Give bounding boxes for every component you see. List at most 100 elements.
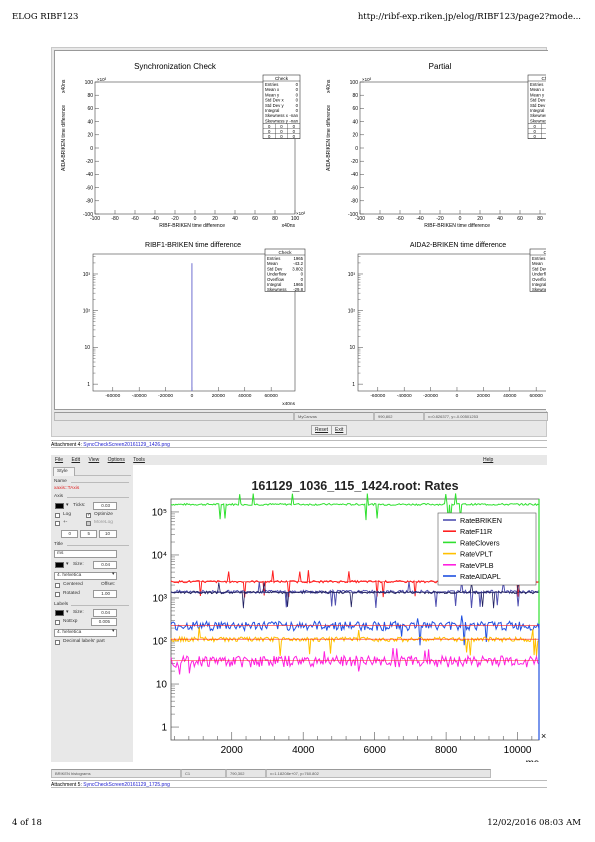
ticks-label: Ticks: (73, 503, 86, 508)
title-size-input[interactable]: 0.04 (93, 561, 117, 569)
x-tick-label: -20000 (423, 393, 438, 399)
stats-box: CheckEntries 1965Mean -43.2Std Dev 3.802Und… (264, 248, 306, 292)
axis-color-swatch[interactable] (55, 503, 64, 509)
x-tick-label: 60 (517, 216, 523, 222)
labels-font-dropdown-arrow-icon: ▾ (112, 629, 115, 634)
chart-title: 161129_1036_115_1424.root: Rates (251, 479, 458, 493)
x-tick-label: 2000 (221, 745, 244, 756)
axis-title-input[interactable]: ms (54, 550, 117, 558)
title-color-dropdown[interactable]: ▾ (66, 562, 68, 567)
status-pixel: 990,802 (374, 412, 424, 421)
offset-input[interactable]: 1.00 (93, 590, 117, 598)
stats-value: -nan (289, 118, 298, 123)
menu-tools[interactable]: Tools (133, 457, 145, 463)
y-tick-label: 100 (85, 80, 94, 86)
y-tick-label: 100 (350, 80, 359, 86)
y-tick-label: 10⁴ (152, 550, 167, 561)
x-tick-label: -40000 (397, 393, 412, 399)
menu-view[interactable]: View (88, 457, 99, 463)
y-tick-label: 1 (87, 382, 90, 388)
noexp-checkbox[interactable] (55, 620, 60, 625)
title-color-swatch[interactable] (55, 562, 64, 568)
attachment-5-link[interactable]: SyncCheckScreen20161129_1725.png (83, 782, 170, 788)
exit-button[interactable]: Exit (331, 425, 348, 435)
y-tick-label: -60 (86, 185, 93, 191)
y-tick-label: 0 (355, 146, 358, 152)
y-tick-label: -60 (351, 185, 358, 191)
ndiv-secondary[interactable]: 5 (80, 530, 97, 538)
clip-edge (546, 51, 549, 411)
x-tick-label: 4000 (292, 745, 315, 756)
plusminus-checkbox[interactable] (55, 521, 60, 526)
morelog-label: MoreLog (94, 520, 113, 525)
x-tick-label: 60000 (529, 393, 543, 399)
x-tick-label: 0 (191, 393, 194, 399)
offset-label: Offset: (101, 582, 116, 587)
y-tick-label: 10 (349, 345, 355, 351)
title-font-select[interactable]: 4. helvetica (54, 572, 117, 580)
menu-file[interactable]: File (55, 457, 63, 463)
stats-box: CheckEntriesMean xMean yStd Dev xStd Dev… (527, 74, 569, 139)
plusminus-label: +- (63, 520, 68, 525)
status-canvas: C1 (181, 769, 226, 778)
menu-help[interactable]: Help (483, 455, 493, 465)
menu-edit[interactable]: Edit (71, 457, 80, 463)
plot-frame (357, 253, 561, 392)
x-tick-label: -40 (151, 216, 158, 222)
print-header-title: ELOG RIBF123 (12, 12, 79, 22)
x-tick-label: 20000 (477, 393, 491, 399)
x-multiplier: ×10³ (541, 731, 547, 741)
ticks-input[interactable]: 0.03 (93, 502, 117, 510)
attachment-4-link[interactable]: SyncCheckScreen20161129_1426.png (83, 442, 170, 448)
rates-canvas[interactable]: 161129_1036_115_1424.root: Rates 1 10 10² 10… (133, 465, 559, 769)
labels-size-label: Size: (73, 610, 84, 615)
mycanvas[interactable]: Synchronization Check -100 -100 -80 -80 -60 -6… (54, 50, 571, 411)
tab-style[interactable]: Style (53, 467, 75, 476)
x-tick-label: 40000 (238, 393, 252, 399)
labels-font-select[interactable]: 4. helvetica (54, 629, 117, 637)
menu-bar: File Edit View Options Tools Help (51, 455, 547, 465)
labels-size-input[interactable]: 0.04 (93, 609, 117, 617)
x-tick-label: -40000 (132, 393, 147, 399)
rotated-checkbox[interactable] (55, 592, 60, 597)
stats-key: Skewness (267, 287, 287, 292)
optimize-checkbox[interactable]: ✓ (86, 513, 91, 518)
x-tick-label: 80 (272, 216, 278, 222)
x-tick-label: 0 (459, 216, 462, 222)
x-axis-label: RIBF-BRIKEN time difference (159, 223, 225, 229)
mycanvas-plots: Synchronization Check -100 -100 -80 -80 -60 -6… (61, 51, 571, 411)
legend-label: RateAIDAPL (460, 572, 501, 581)
centered-checkbox[interactable] (55, 583, 60, 588)
x-exponent: ×10³ (296, 211, 306, 216)
attachment-4-label: Attachment 4: (51, 442, 82, 448)
stats-title: Check (275, 76, 289, 81)
axis-section-label: Axis (54, 494, 64, 499)
name-section-label: Name (54, 479, 67, 484)
x-tick-label: 60 (252, 216, 258, 222)
reset-button[interactable]: Reset (311, 425, 333, 435)
morelog-checkbox[interactable] (86, 521, 91, 526)
y-tick-label: 10³ (348, 272, 356, 278)
menu-options[interactable]: Options (108, 457, 125, 463)
ndiv-tertiary[interactable]: 10 (99, 530, 117, 538)
y-tick-label: 80 (352, 93, 358, 99)
briken-statusbar: BRIKEN histograms C1 790,302 x=1.18208e+… (51, 769, 491, 778)
x-tick-label: -60 (131, 216, 138, 222)
ndiv-primary[interactable]: 0 (61, 530, 78, 538)
log-checkbox[interactable] (55, 513, 60, 518)
y-axis-label: AIDA-BRIKEN time difference (61, 105, 67, 171)
y-tick-label: -80 (351, 199, 358, 205)
x-tick-label: -60 (396, 216, 403, 222)
pad-title: AIDA2-BRIKEN time difference (410, 242, 506, 249)
legend-label: RateBRIKEN (460, 516, 502, 525)
legend-label: RateClovers (460, 538, 500, 547)
labels-color-swatch[interactable] (55, 610, 64, 616)
x-tick-label: 10000 (504, 745, 532, 756)
labels-offset-input[interactable]: 0.005 (91, 618, 117, 626)
axis-color-dropdown[interactable]: ▾ (66, 503, 68, 508)
decimal-checkbox[interactable] (55, 640, 60, 645)
stats-box: CheckEntries 0Mean x 0Mean y 0Std Dev x 0Std… (262, 74, 301, 139)
labels-color-dropdown[interactable]: ▾ (66, 610, 68, 615)
x-tick-label: -60000 (105, 393, 120, 399)
status-window-name: BRIKEN histograms (51, 769, 181, 778)
